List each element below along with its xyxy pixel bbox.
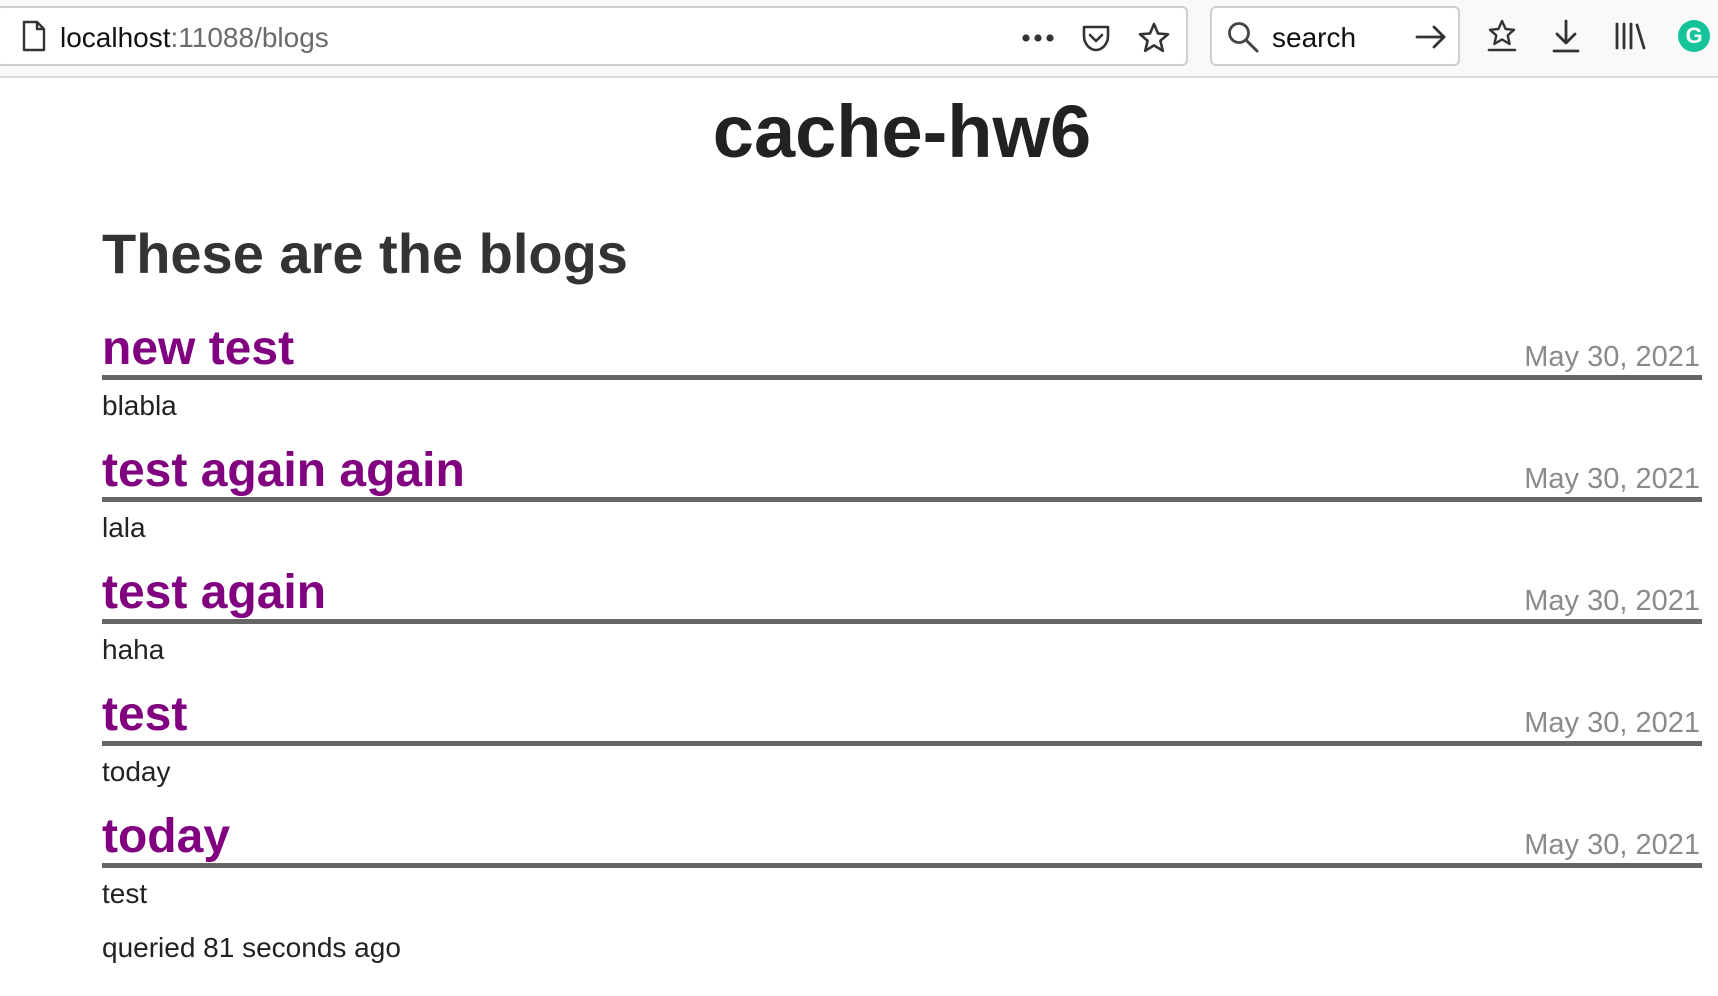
blog-title-link[interactable]: test bbox=[102, 688, 187, 742]
list-item: test again May 30, 2021 haha bbox=[102, 562, 1702, 684]
site-title: cache-hw6 bbox=[712, 90, 1092, 173]
download-icon[interactable] bbox=[1548, 16, 1584, 56]
list-item: today May 30, 2021 test bbox=[102, 806, 1702, 928]
blog-title-link[interactable]: test again again bbox=[102, 444, 465, 498]
list-item: new test May 30, 2021 blabla bbox=[102, 318, 1702, 440]
blog-date: May 30, 2021 bbox=[1524, 585, 1700, 617]
blog-date: May 30, 2021 bbox=[1524, 463, 1700, 495]
bookmark-star-icon[interactable] bbox=[1136, 20, 1172, 56]
blog-title-link[interactable]: test again bbox=[102, 566, 326, 620]
blog-body: blabla bbox=[102, 390, 177, 421]
list-item: test again again May 30, 2021 lala bbox=[102, 440, 1702, 562]
blog-body: haha bbox=[102, 634, 165, 665]
page-icon bbox=[22, 20, 46, 52]
blog-header: new test May 30, 2021 bbox=[102, 318, 1702, 380]
blog-header: today May 30, 2021 bbox=[102, 806, 1702, 868]
blog-header: test May 30, 2021 bbox=[102, 684, 1702, 746]
more-actions-icon[interactable] bbox=[1020, 20, 1056, 56]
library-icon[interactable] bbox=[1612, 16, 1648, 56]
blog-body: lala bbox=[102, 512, 146, 543]
grammarly-logo: G bbox=[1678, 20, 1710, 52]
section-heading: These are the blogs bbox=[102, 222, 628, 285]
bookmarks-menu-icon[interactable] bbox=[1484, 16, 1520, 56]
blog-date: May 30, 2021 bbox=[1524, 829, 1700, 861]
list-item: test May 30, 2021 today bbox=[102, 684, 1702, 806]
arrow-right-icon[interactable] bbox=[1412, 18, 1450, 56]
toolbar-icons: G bbox=[1484, 14, 1712, 58]
queried-timestamp: queried 81 seconds ago bbox=[102, 932, 401, 963]
blog-header: test again May 30, 2021 bbox=[102, 562, 1702, 624]
address-bar[interactable]: localhost:11088/blogs bbox=[0, 6, 1188, 66]
url-text[interactable]: localhost:11088/blogs bbox=[60, 22, 329, 54]
search-bar[interactable]: search bbox=[1210, 6, 1460, 66]
blog-body: today bbox=[102, 756, 171, 787]
pocket-icon[interactable] bbox=[1078, 20, 1114, 56]
url-path: :11088/blogs bbox=[170, 22, 329, 53]
blog-date: May 30, 2021 bbox=[1524, 341, 1700, 373]
blog-title-link[interactable]: new test bbox=[102, 322, 294, 376]
url-actions bbox=[1020, 18, 1172, 58]
blog-date: May 30, 2021 bbox=[1524, 707, 1700, 739]
search-icon bbox=[1228, 22, 1259, 53]
blog-list: new test May 30, 2021 blabla test again … bbox=[102, 318, 1702, 928]
blog-title-link[interactable]: today bbox=[102, 810, 230, 864]
search-input[interactable]: search bbox=[1272, 22, 1356, 54]
blog-header: test again again May 30, 2021 bbox=[102, 440, 1702, 502]
grammarly-extension-icon[interactable]: G bbox=[1676, 16, 1712, 56]
blog-body: test bbox=[102, 878, 148, 909]
browser-toolbar: localhost:11088/blogs search G bbox=[0, 0, 1718, 78]
url-host: localhost bbox=[60, 22, 171, 53]
